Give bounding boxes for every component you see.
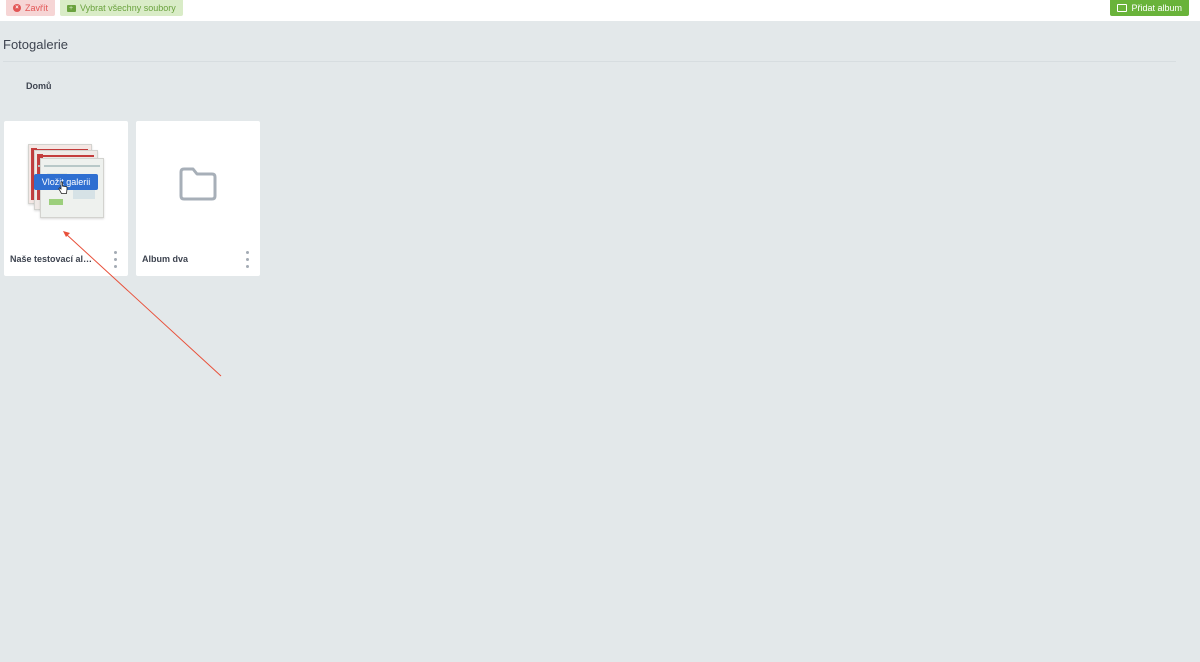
hand-pointer-icon xyxy=(58,181,68,194)
title-divider xyxy=(3,61,1176,62)
album-card-2[interactable]: Album dva xyxy=(136,121,260,276)
page-title: Fotogalerie xyxy=(3,37,69,52)
select-all-files-button[interactable]: Vybrat všechny soubory xyxy=(60,0,183,16)
album-card-1[interactable]: Vložit galerii Naše testovací al… xyxy=(4,121,128,276)
folder-outline-icon xyxy=(1117,4,1128,12)
close-button[interactable]: × Zavřít xyxy=(6,0,56,16)
close-button-label: Zavřít xyxy=(25,3,49,13)
kebab-menu-icon[interactable] xyxy=(113,251,117,268)
add-album-button[interactable]: Přidat album xyxy=(1110,0,1189,16)
kebab-menu-icon[interactable] xyxy=(245,251,249,268)
breadcrumb-home[interactable]: Domů xyxy=(26,81,52,91)
album-title: Naše testovací al… xyxy=(10,254,93,264)
folder-icon xyxy=(179,167,217,201)
select-all-files-label: Vybrat všechny soubory xyxy=(80,3,176,13)
close-circle-icon: × xyxy=(13,4,21,12)
album-title: Album dva xyxy=(142,254,189,264)
add-album-label: Přidat album xyxy=(1131,3,1182,13)
top-toolbar: × Zavřít Vybrat všechny soubory Přidat a… xyxy=(0,0,1200,21)
annotation-arrow xyxy=(63,231,222,377)
folder-plus-icon xyxy=(67,4,76,12)
